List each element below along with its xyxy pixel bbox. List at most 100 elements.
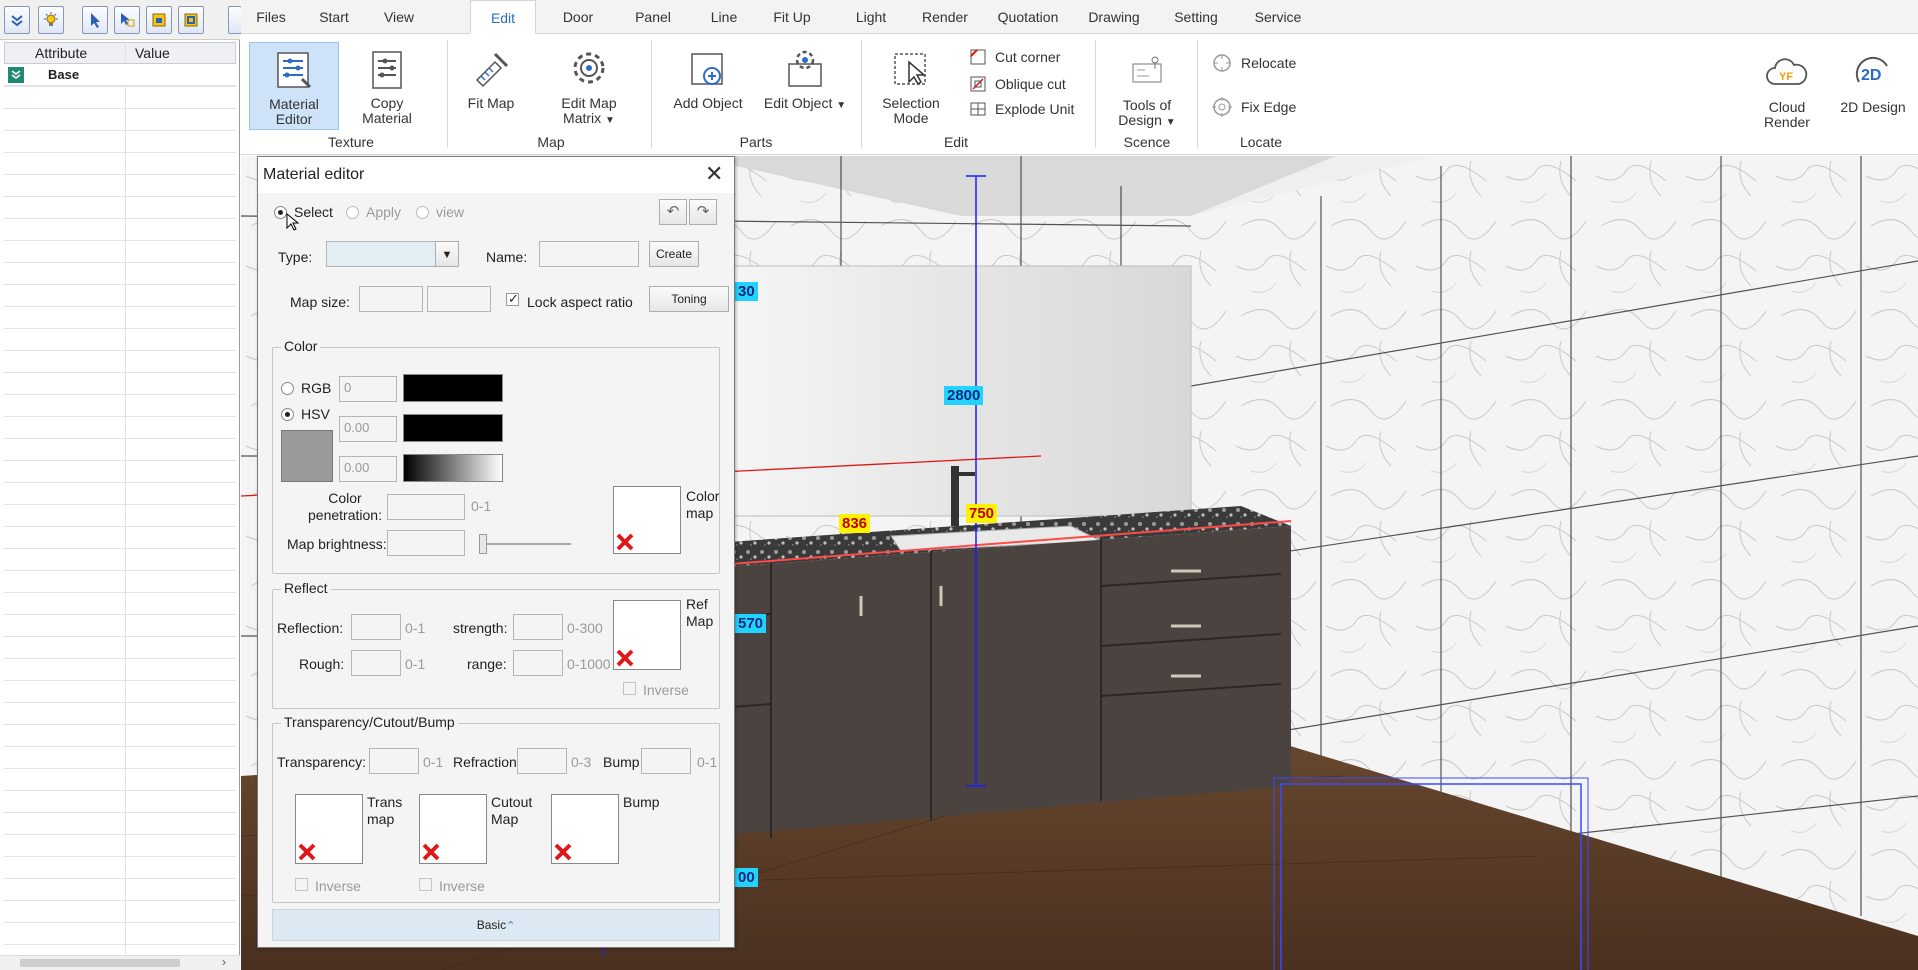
trans-map-box[interactable] (295, 794, 363, 864)
lock-select-button[interactable] (146, 6, 172, 34)
expand-icon[interactable] (8, 67, 24, 83)
collapse-button[interactable] (4, 6, 30, 34)
edit-map-matrix-button[interactable]: Edit Map Matrix ▼ (541, 48, 637, 128)
rough-input[interactable] (351, 650, 401, 676)
cloud-render-label: Cloud Render (1764, 99, 1810, 130)
apply-mode-radio[interactable] (346, 206, 359, 219)
color-group: Color RGB HSV 0 0.00 0.00 Color penetrat… (272, 338, 720, 574)
color-slider-1[interactable] (403, 374, 503, 402)
tab-quotation[interactable]: Quotation (987, 0, 1069, 34)
tab-fit-up[interactable]: Fit Up (757, 0, 827, 34)
color-value-2[interactable]: 0.00 (339, 416, 397, 442)
cutout-map-box[interactable] (419, 794, 487, 864)
cutout-inverse-label: Inverse (439, 878, 485, 894)
color-map-box[interactable] (613, 486, 681, 554)
relocate-button[interactable]: Relocate (1211, 52, 1296, 74)
strength-input[interactable] (513, 614, 563, 640)
tab-setting[interactable]: Setting (1159, 0, 1233, 34)
tab-files[interactable]: Files (245, 0, 297, 34)
oblique-cut-button[interactable]: Oblique cut (969, 75, 1066, 93)
tab-render[interactable]: Render (908, 0, 982, 34)
color-slider-3[interactable] (403, 454, 503, 482)
type-dropdown-button[interactable]: ▼ (435, 241, 459, 267)
fit-map-button[interactable]: Fit Map (461, 48, 521, 111)
bump-input[interactable] (641, 748, 691, 774)
lock-aspect-checkbox[interactable] (506, 291, 519, 307)
trans-inverse-checkbox[interactable] (295, 878, 308, 891)
redo-button[interactable]: ↷ (689, 199, 717, 225)
tools-of-design-button[interactable]: Tools of Design ▼ (1107, 50, 1187, 130)
undo-button[interactable]: ↶ (659, 199, 687, 225)
range-input[interactable] (513, 650, 563, 676)
selection-mode-button[interactable]: Selection Mode (871, 48, 951, 126)
add-object-button[interactable]: Add Object (663, 48, 753, 111)
unlock-select-button[interactable] (178, 6, 204, 34)
cutout-inverse-checkbox[interactable] (419, 878, 432, 891)
color-penetration-label: Color penetration: (308, 490, 382, 523)
cut-corner-button[interactable]: Cut corner (969, 48, 1060, 66)
reflection-input[interactable] (351, 614, 401, 640)
bump-label: Bump (603, 754, 640, 770)
cloud-render-button[interactable]: YF Cloud Render (1749, 52, 1825, 130)
explode-unit-button[interactable]: Explode Unit (969, 100, 1074, 118)
range-label: range: (467, 656, 507, 672)
tab-panel[interactable]: Panel (618, 0, 688, 34)
tab-drawing[interactable]: Drawing (1074, 0, 1154, 34)
name-input[interactable] (539, 241, 639, 267)
edit-object-button[interactable]: Edit Object ▼ (757, 48, 853, 113)
map-brightness-slider[interactable] (479, 543, 571, 545)
dialog-titlebar[interactable]: Material editor ✕ (258, 157, 734, 193)
map-width-input[interactable] (359, 286, 423, 312)
oblique-cut-icon (970, 76, 986, 92)
explode-unit-icon (970, 102, 986, 116)
more-tools-button[interactable] (228, 6, 242, 34)
bump-map-box[interactable] (551, 794, 619, 864)
name-label: Name: (486, 249, 528, 265)
view-mode-radio[interactable] (416, 206, 429, 219)
tab-edit[interactable]: Edit (470, 0, 536, 34)
color-penetration-input[interactable] (387, 494, 465, 520)
map-height-input[interactable] (427, 286, 491, 312)
type-select[interactable] (326, 241, 436, 267)
2d-design-icon: 2D (1855, 56, 1888, 84)
material-editor-button[interactable]: Material Editor (249, 42, 339, 130)
fix-edge-button[interactable]: Fix Edge (1211, 96, 1296, 118)
create-button[interactable]: Create (649, 241, 699, 267)
copy-material-label: Copy Material (362, 95, 412, 126)
select-tool-button[interactable] (82, 6, 108, 34)
refraction-input[interactable] (517, 748, 567, 774)
color-value-1[interactable]: 0 (339, 376, 397, 402)
horizontal-scrollbar[interactable]: › (0, 955, 240, 970)
map-brightness-input[interactable] (387, 530, 465, 556)
tab-start[interactable]: Start (305, 0, 363, 34)
color-map-label: Color map (686, 488, 720, 521)
hsv-radio[interactable] (281, 408, 294, 421)
tab-light[interactable]: Light (841, 0, 901, 34)
basic-toggle-button[interactable]: Basic⌃ (272, 909, 720, 941)
tab-view[interactable]: View (371, 0, 427, 34)
chevron-right-icon[interactable]: › (222, 955, 226, 969)
color-slider-2[interactable] (403, 414, 503, 442)
material-editor-label: Material Editor (269, 96, 319, 127)
close-x-icon (422, 843, 440, 861)
ref-map-label: Ref Map (686, 596, 714, 629)
rgb-radio[interactable] (281, 382, 294, 395)
light-button[interactable] (38, 6, 64, 34)
toning-button[interactable]: Toning (649, 286, 729, 312)
bulb-icon (44, 12, 58, 26)
slider-thumb[interactable] (479, 534, 487, 554)
close-icon[interactable]: ✕ (705, 161, 723, 187)
ref-inverse-checkbox[interactable] (623, 682, 636, 695)
copy-material-button[interactable]: Copy Material (349, 48, 425, 126)
tab-door[interactable]: Door (546, 0, 610, 34)
table-row[interactable]: Base (4, 64, 236, 86)
design-2d-button[interactable]: 2D 2D Design (1835, 52, 1911, 115)
multi-select-button[interactable] (114, 6, 140, 34)
color-swatch[interactable] (281, 430, 333, 482)
transparency-range: 0-1 (423, 754, 444, 770)
color-value-3[interactable]: 0.00 (339, 456, 397, 482)
tab-line[interactable]: Line (696, 0, 752, 34)
tab-service[interactable]: Service (1241, 0, 1315, 34)
transparency-input[interactable] (369, 748, 419, 774)
ref-map-box[interactable] (613, 600, 681, 670)
